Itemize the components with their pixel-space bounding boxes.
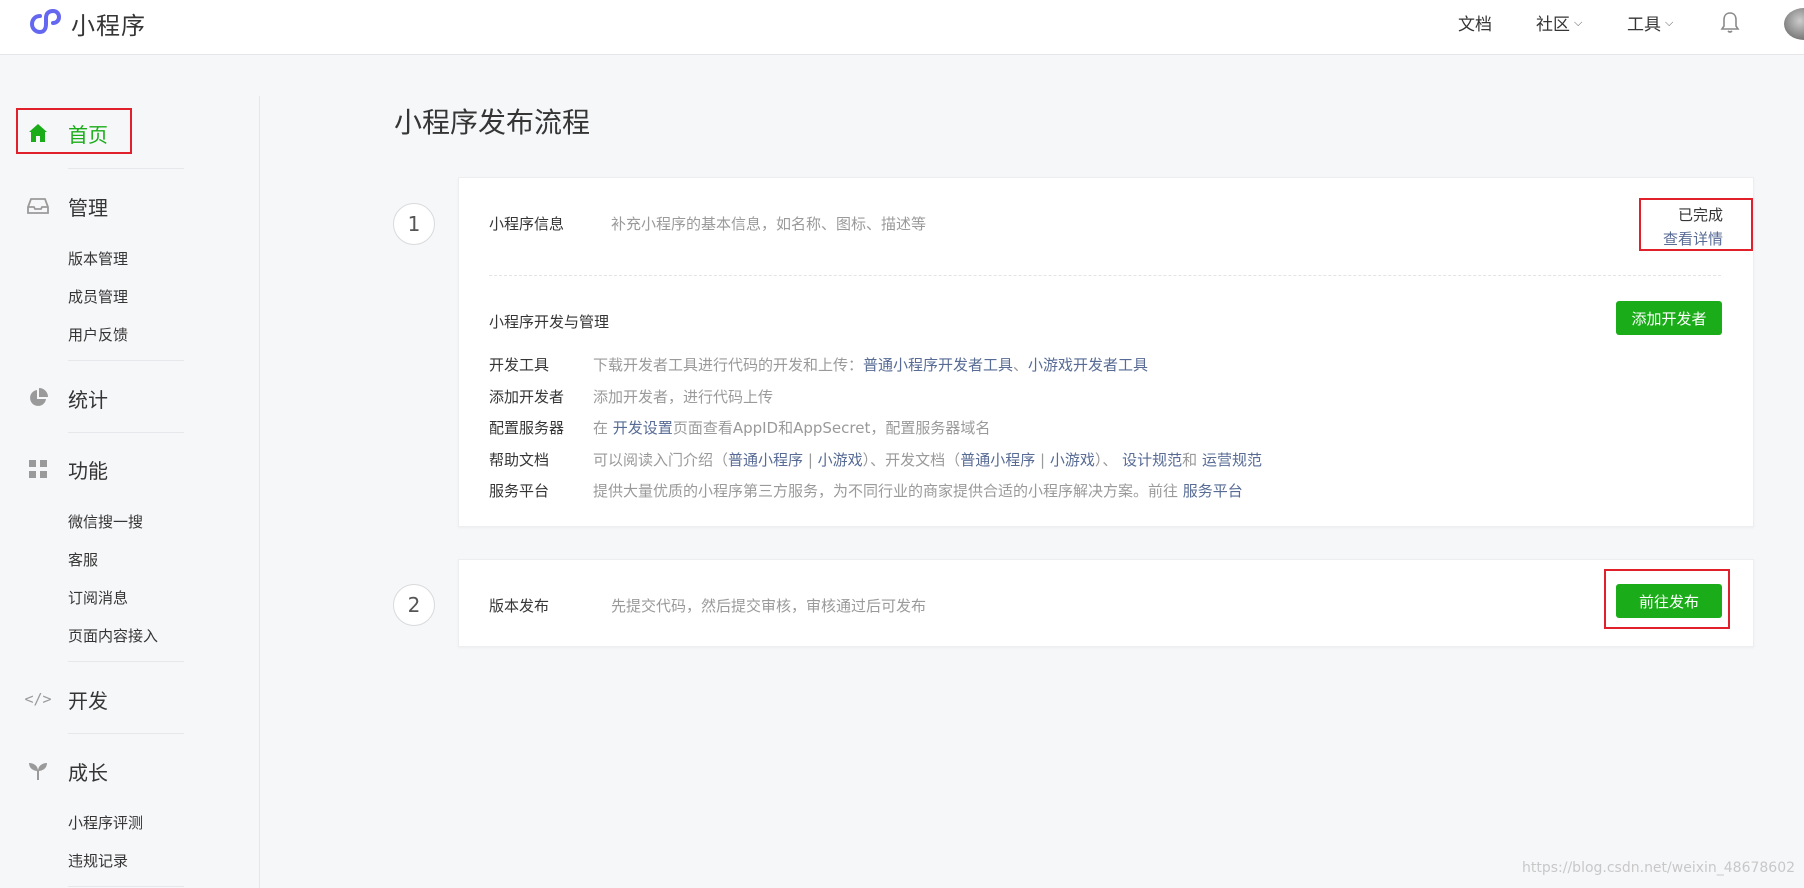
info-desc: 补充小程序的基本信息，如名称、图标、描述等 bbox=[611, 215, 927, 233]
divider bbox=[489, 275, 1721, 276]
operation-spec-link[interactable]: 运营规范 bbox=[1202, 451, 1262, 469]
step2-card: 版本发布 先提交代码，然后提交审核，审核通过后可发布 前往发布 bbox=[458, 559, 1754, 647]
inbox-icon bbox=[27, 195, 49, 217]
sidebar-item-member-manage[interactable]: 成员管理 bbox=[68, 286, 128, 307]
design-spec-link[interactable]: 设计规范 bbox=[1122, 451, 1182, 469]
divider bbox=[68, 661, 184, 662]
divider bbox=[68, 733, 184, 734]
row-key: 服务平台 bbox=[489, 482, 550, 500]
sidebar-item-growth[interactable]: 成长 bbox=[0, 751, 250, 791]
step-number: 1 bbox=[393, 203, 435, 245]
row-text: 可以阅读入门介绍（普通小程序 | 小游戏）、开发文档（普通小程序 | 小游戏）、… bbox=[593, 451, 1262, 469]
divider bbox=[68, 168, 184, 169]
row-text: 提供大量优质的小程序第三方服务，为不同行业的商家提供合适的小程序解决方案。前往 … bbox=[593, 482, 1243, 500]
game-devtool-link[interactable]: 小游戏开发者工具 bbox=[1028, 356, 1148, 374]
sidebar-item-label: 管理 bbox=[68, 195, 108, 220]
sidebar-divider bbox=[259, 96, 260, 888]
bell-icon[interactable] bbox=[1718, 10, 1742, 36]
sidebar-item-wechat-search[interactable]: 微信搜一搜 bbox=[68, 511, 143, 532]
avatar[interactable] bbox=[1784, 8, 1804, 40]
highlight-box bbox=[16, 108, 132, 154]
normal-devtool-link[interactable]: 普通小程序开发者工具 bbox=[863, 356, 1013, 374]
sidebar: 首页 管理 版本管理 成员管理 用户反馈 统计 功能 微信搜一搜 客服 订阅消息… bbox=[0, 56, 260, 888]
highlight-box bbox=[1639, 198, 1753, 251]
row-text: 添加开发者，进行代码上传 bbox=[593, 388, 774, 406]
sidebar-item-label: 开发 bbox=[68, 688, 108, 713]
sidebar-item-manage[interactable]: 管理 bbox=[0, 186, 250, 226]
sidebar-item-features[interactable]: 功能 bbox=[0, 449, 250, 489]
row-key: 添加开发者 bbox=[489, 388, 565, 406]
list-item: 添加开发者 添加开发者，进行代码上传 bbox=[489, 386, 773, 407]
page-title: 小程序发布流程 bbox=[394, 106, 591, 139]
step1-card: 小程序信息 补充小程序的基本信息，如名称、图标、描述等 已完成 查看详情 小程序… bbox=[458, 177, 1754, 527]
doc-game-link[interactable]: 小游戏 bbox=[1050, 451, 1095, 469]
info-title: 小程序信息 bbox=[489, 215, 565, 233]
row-key: 帮助文档 bbox=[489, 451, 550, 469]
list-item: 帮助文档 可以阅读入门介绍（普通小程序 | 小游戏）、开发文档（普通小程序 | … bbox=[489, 449, 1262, 470]
step-number: 2 bbox=[393, 584, 435, 626]
sidebar-item-label: 成长 bbox=[68, 760, 108, 785]
sidebar-item-user-feedback[interactable]: 用户反馈 bbox=[68, 324, 128, 345]
list-item: 开发工具 下载开发者工具进行代码的开发和上传：普通小程序开发者工具、小游戏开发者… bbox=[489, 354, 1148, 375]
nav-community[interactable]: 社区 ⌵ bbox=[1536, 0, 1582, 45]
list-item: 服务平台 提供大量优质的小程序第三方服务，为不同行业的商家提供合适的小程序解决方… bbox=[489, 480, 1243, 501]
sidebar-item-label: 统计 bbox=[68, 387, 108, 412]
sidebar-item-version-manage[interactable]: 版本管理 bbox=[68, 248, 128, 269]
sidebar-item-stats[interactable]: 统计 bbox=[0, 378, 250, 418]
nav-docs[interactable]: 文档 bbox=[1458, 0, 1492, 45]
row-text: 下载开发者工具进行代码的开发和上传：普通小程序开发者工具、小游戏开发者工具 bbox=[593, 356, 1149, 374]
sidebar-item-customer-service[interactable]: 客服 bbox=[68, 549, 98, 570]
doc-normal-link[interactable]: 普通小程序 bbox=[960, 451, 1035, 469]
nav-tools[interactable]: 工具 ⌵ bbox=[1627, 0, 1673, 45]
top-header: 小程序 文档 社区 ⌵ 工具 ⌵ bbox=[0, 0, 1804, 55]
row-key: 开发工具 bbox=[489, 356, 550, 374]
pie-chart-icon bbox=[27, 387, 49, 409]
sidebar-item-page-content[interactable]: 页面内容接入 bbox=[68, 625, 158, 646]
nav-community-label: 社区 bbox=[1536, 15, 1570, 35]
code-icon: </> bbox=[24, 690, 52, 708]
dev-settings-link[interactable]: 开发设置 bbox=[613, 419, 673, 437]
nav-docs-label: 文档 bbox=[1458, 15, 1492, 35]
row-text: 在 开发设置页面查看AppID和AppSecret，配置服务器域名 bbox=[593, 419, 991, 437]
row-key: 配置服务器 bbox=[489, 419, 565, 437]
sidebar-item-develop[interactable]: </> 开发 bbox=[0, 679, 250, 719]
publish-desc: 先提交代码，然后提交审核，审核通过后可发布 bbox=[611, 597, 927, 615]
grid-icon bbox=[27, 458, 49, 480]
chevron-down-icon: ⌵ bbox=[1665, 15, 1674, 29]
intro-game-link[interactable]: 小游戏 bbox=[818, 451, 863, 469]
dev-manage-title: 小程序开发与管理 bbox=[489, 313, 610, 331]
sidebar-item-label: 功能 bbox=[68, 458, 108, 483]
chevron-down-icon: ⌵ bbox=[1574, 15, 1583, 29]
divider bbox=[68, 886, 184, 887]
sidebar-item-evaluation[interactable]: 小程序评测 bbox=[68, 812, 143, 833]
nav-tools-label: 工具 bbox=[1627, 15, 1661, 35]
add-developer-button[interactable]: 添加开发者 bbox=[1616, 301, 1722, 335]
sidebar-item-violation-record[interactable]: 违规记录 bbox=[68, 850, 128, 871]
intro-normal-link[interactable]: 普通小程序 bbox=[728, 451, 803, 469]
watermark: https://blog.csdn.net/weixin_48678602 bbox=[1522, 860, 1796, 876]
list-item: 配置服务器 在 开发设置页面查看AppID和AppSecret，配置服务器域名 bbox=[489, 417, 990, 438]
service-platform-link[interactable]: 服务平台 bbox=[1183, 482, 1243, 500]
logo-text: 小程序 bbox=[71, 12, 146, 40]
sprout-icon bbox=[27, 760, 49, 782]
divider bbox=[68, 432, 184, 433]
highlight-box bbox=[1604, 569, 1730, 629]
publish-title: 版本发布 bbox=[489, 597, 550, 615]
divider bbox=[68, 360, 184, 361]
miniprogram-logo-icon bbox=[29, 8, 62, 34]
logo[interactable]: 小程序 bbox=[28, 6, 146, 41]
sidebar-item-subscribe-message[interactable]: 订阅消息 bbox=[68, 587, 128, 608]
